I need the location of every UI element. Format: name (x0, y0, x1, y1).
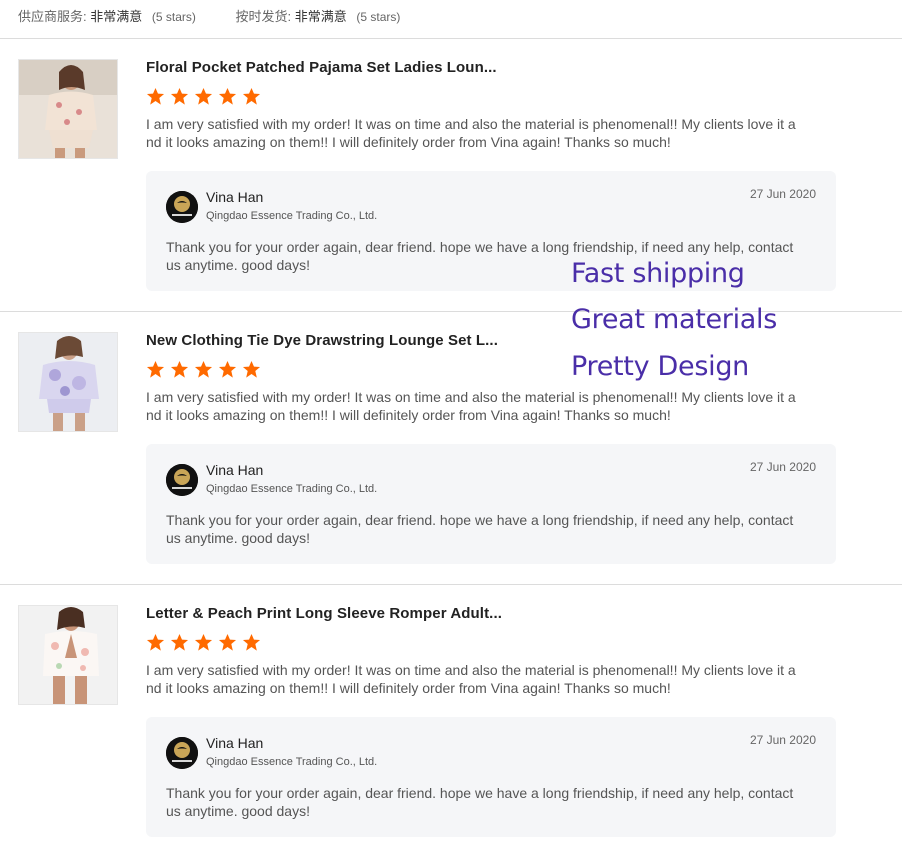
product-thumbnail[interactable] (18, 332, 118, 432)
review-item: New Clothing Tie Dye Drawstring Lounge S… (0, 332, 902, 592)
supplier-service-value: 非常满意 (90, 9, 143, 24)
supplier-service-rating: 供应商服务: 非常满意 (5 stars) (18, 6, 196, 25)
star-rating (146, 633, 261, 653)
review-text: I am very satisfied with my order! It wa… (146, 662, 796, 696)
seller-company: Qingdao Essence Trading Co., Ltd. (206, 483, 378, 495)
avatar (166, 737, 198, 769)
star-rating (146, 87, 261, 107)
reply-text: Thank you for your order again, dear fri… (166, 785, 794, 819)
product-title[interactable]: Floral Pocket Patched Pajama Set Ladies … (146, 59, 497, 76)
reply-date: 27 Jun 2020 (749, 187, 816, 201)
seller-company: Qingdao Essence Trading Co., Ltd. (206, 210, 378, 222)
star-icon (218, 360, 237, 379)
rating-summary: 供应商服务: 非常满意 (5 stars) 按时发货: 非常满意 (5 star… (18, 6, 436, 25)
on-time-shipping-stars: (5 stars) (356, 10, 401, 24)
overlay-pretty-design: Pretty Design (571, 351, 749, 382)
review-item: Letter & Peach Print Long Sleeve Romper … (0, 605, 902, 845)
product-title[interactable]: Letter & Peach Print Long Sleeve Romper … (146, 605, 502, 622)
on-time-shipping-label: 按时发货: (235, 9, 292, 24)
star-icon (218, 633, 237, 652)
on-time-shipping-value: 非常满意 (294, 9, 347, 24)
seller-company: Qingdao Essence Trading Co., Ltd. (206, 756, 378, 768)
divider (0, 38, 902, 39)
star-icon (194, 87, 213, 106)
product-title[interactable]: New Clothing Tie Dye Drawstring Lounge S… (146, 332, 498, 349)
supplier-service-stars: (5 stars) (151, 10, 196, 24)
divider (0, 584, 902, 585)
star-icon (242, 87, 261, 106)
seller-reply: Vina Han Qingdao Essence Trading Co., Lt… (146, 444, 836, 564)
reply-date: 27 Jun 2020 (749, 733, 816, 747)
reply-date: 27 Jun 2020 (749, 460, 816, 474)
star-icon (146, 360, 165, 379)
on-time-shipping-rating: 按时发货: 非常满意 (5 stars) (236, 6, 401, 25)
seller-name: Vina Han (206, 735, 264, 751)
seller-reply: Vina Han Qingdao Essence Trading Co., Lt… (146, 717, 836, 837)
product-thumbnail[interactable] (18, 605, 118, 705)
star-icon (170, 633, 189, 652)
review-text: I am very satisfied with my order! It wa… (146, 389, 796, 423)
supplier-service-label: 供应商服务: (18, 9, 87, 24)
review-item: Floral Pocket Patched Pajama Set Ladies … (0, 59, 902, 319)
star-icon (242, 633, 261, 652)
star-icon (242, 360, 261, 379)
review-text: I am very satisfied with my order! It wa… (146, 116, 796, 150)
star-icon (170, 360, 189, 379)
star-icon (170, 87, 189, 106)
star-rating (146, 360, 261, 380)
star-icon (146, 633, 165, 652)
star-icon (194, 633, 213, 652)
overlay-great-materials: Great materials (571, 304, 778, 335)
product-thumbnail[interactable] (18, 59, 118, 159)
reply-text: Thank you for your order again, dear fri… (166, 512, 794, 546)
seller-name: Vina Han (206, 462, 264, 478)
star-icon (218, 87, 237, 106)
avatar (166, 464, 198, 496)
seller-name: Vina Han (206, 189, 264, 205)
overlay-fast-shipping: Fast shipping (571, 258, 745, 289)
star-icon (194, 360, 213, 379)
star-icon (146, 87, 165, 106)
avatar (166, 191, 198, 223)
